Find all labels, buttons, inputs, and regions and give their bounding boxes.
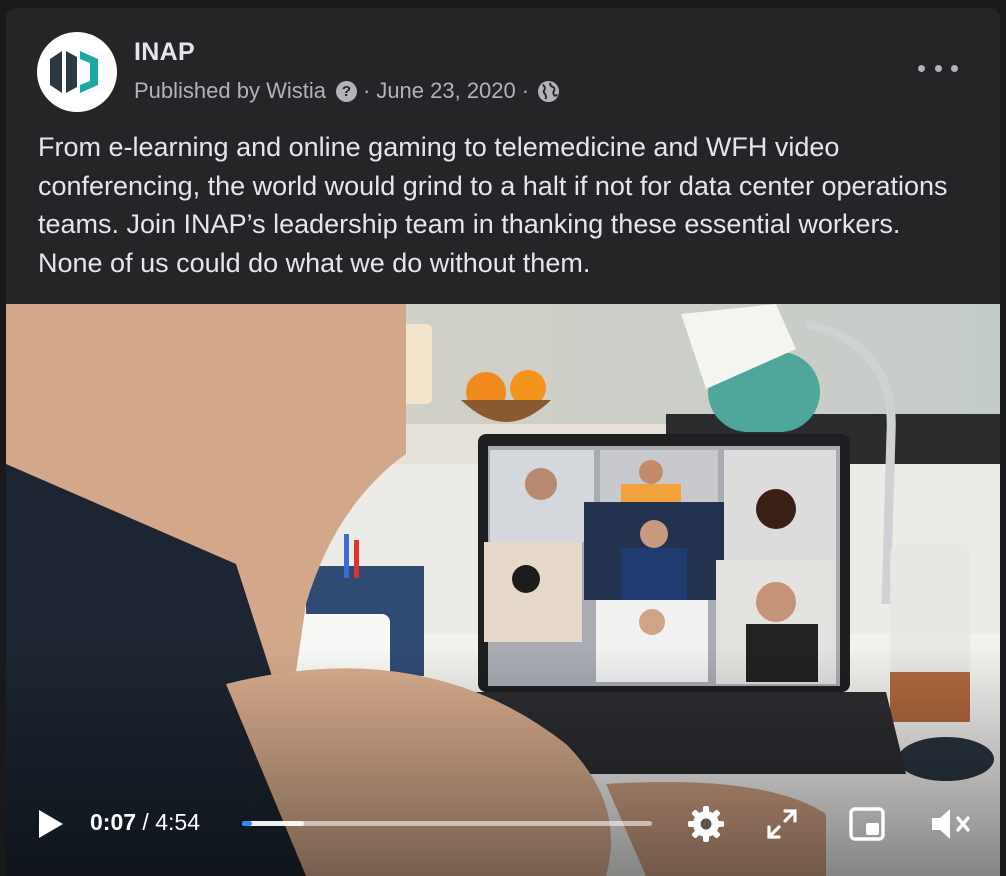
globe-icon[interactable] (537, 80, 560, 103)
inap-logo-icon (50, 51, 98, 93)
progress-bar[interactable] (242, 821, 652, 826)
meta-separator: · (362, 78, 371, 103)
video-time: 0:07 / 4:54 (90, 809, 200, 836)
page-name[interactable]: INAP (134, 38, 195, 67)
more-options-icon[interactable] (918, 56, 958, 80)
post-caption: From e-learning and online gaming to tel… (38, 132, 948, 278)
page-avatar[interactable] (37, 32, 117, 112)
post-date[interactable]: June 23, 2020 (376, 78, 515, 104)
meta-separator: · (521, 78, 530, 103)
time-separator: / (136, 809, 156, 835)
published-by[interactable]: Published by Wistia (134, 78, 326, 104)
help-icon[interactable]: ? (335, 80, 357, 102)
duration: 4:54 (155, 809, 200, 835)
post-card: INAP Published by Wistia ? · June 23, 20… (6, 8, 1000, 876)
progress-played (242, 821, 252, 826)
fullscreen-icon[interactable] (766, 808, 798, 840)
current-time: 0:07 (90, 809, 137, 835)
picture-in-picture-icon[interactable] (849, 807, 885, 841)
mute-icon[interactable] (930, 806, 974, 842)
play-icon[interactable] (36, 808, 66, 840)
settings-icon[interactable] (686, 804, 726, 844)
post-meta: Published by Wistia ? · June 23, 2020 · (134, 78, 560, 104)
